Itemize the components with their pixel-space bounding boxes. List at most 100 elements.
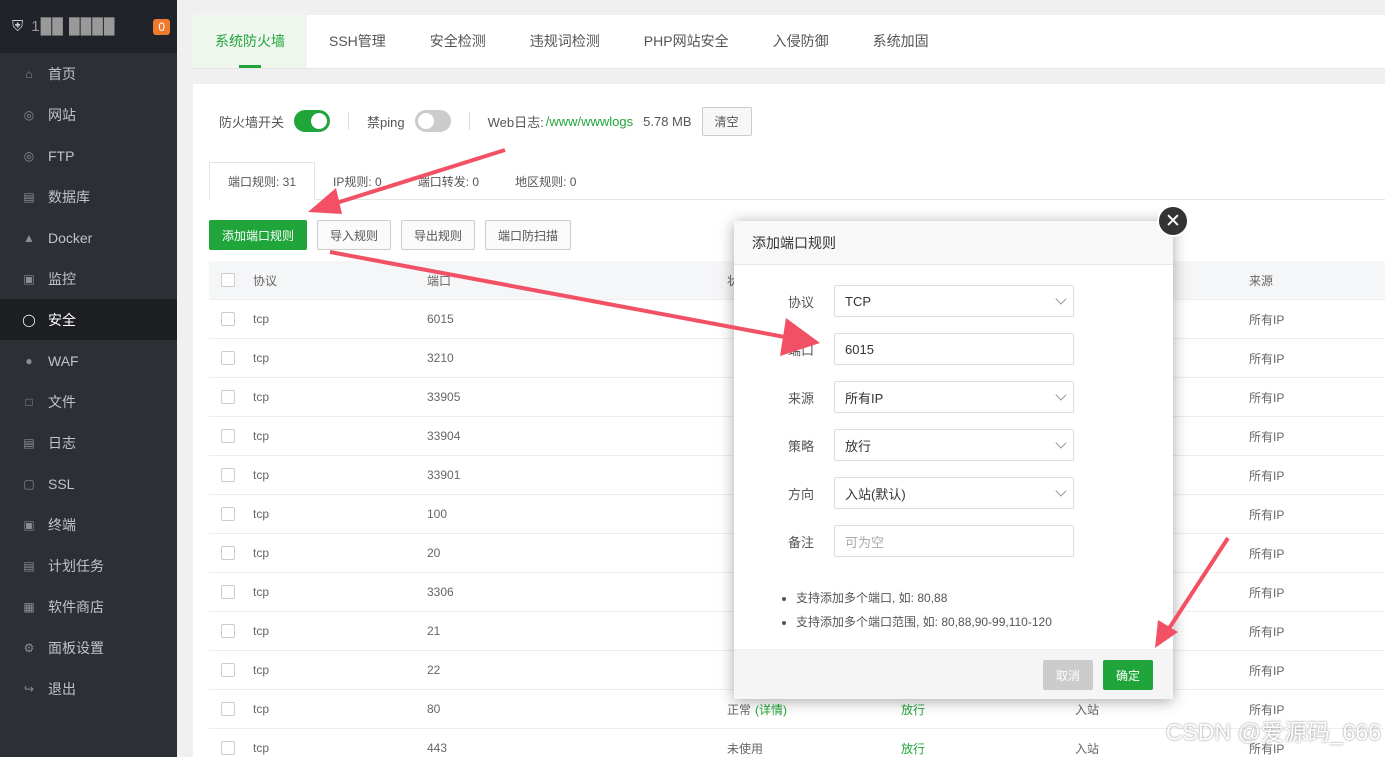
sidebar-item-label: SSL <box>48 475 75 492</box>
field-select[interactable]: 放行 <box>834 429 1074 461</box>
table-cell: 20 <box>427 546 441 560</box>
sidebar-item-label: 安全 <box>48 311 76 328</box>
table-cell: 100 <box>427 507 448 521</box>
field-label: 端口 <box>787 342 814 358</box>
row-checkbox[interactable] <box>221 468 235 482</box>
table-cell: 所有IP <box>1249 507 1285 522</box>
sidebar-item-4[interactable]: ▲ Docker <box>0 217 177 258</box>
sidebar-item-2[interactable]: ◎ FTP <box>0 135 177 176</box>
sidebar-item-label: 文件 <box>48 393 76 410</box>
field-select[interactable]: 入站(默认) <box>834 477 1074 509</box>
brand-name: 1██ ████ <box>31 18 116 35</box>
sidebar-item-14[interactable]: ⚙ 面板设置 <box>0 627 177 668</box>
form-row: 端口 6015 <box>734 333 1173 365</box>
row-checkbox[interactable] <box>221 390 235 404</box>
sidebar-item-7[interactable]: ● WAF <box>0 340 177 381</box>
rule-tab-0[interactable]: 端口规则: 31 <box>209 162 316 200</box>
cancel-button[interactable]: 取消 <box>1043 660 1093 690</box>
rule-tab-3[interactable]: 地区规则: 0 <box>497 162 594 200</box>
table-cell: tcp <box>253 390 270 404</box>
sidebar-item-12[interactable]: ▤ 计划任务 <box>0 545 177 586</box>
form-row: 协议 TCP <box>734 285 1173 317</box>
sidebar-item-5[interactable]: ▣ 监控 <box>0 258 177 299</box>
export-rules-button[interactable]: 导出规则 <box>401 220 476 250</box>
rule-tab-2[interactable]: 端口转发: 0 <box>400 162 497 200</box>
table-cell: 22 <box>427 663 441 677</box>
sidebar-item-10[interactable]: ▢ SSL <box>0 463 177 504</box>
globe-icon: ◎ <box>23 107 35 122</box>
row-checkbox[interactable] <box>221 741 235 755</box>
tab-2[interactable]: 安全检测 <box>408 14 508 68</box>
confirm-button[interactable]: 确定 <box>1103 660 1153 690</box>
row-checkbox[interactable] <box>221 585 235 599</box>
field-value: 入站(默认) <box>845 486 906 502</box>
table-cell: tcp <box>253 351 270 365</box>
table-cell: tcp <box>253 429 270 443</box>
clear-log-button[interactable]: 清空 <box>701 106 752 136</box>
field-label: 方向 <box>787 486 814 502</box>
table-cell: 3210 <box>427 351 454 365</box>
table-cell: 放行 <box>901 702 926 717</box>
add-port-rule-button[interactable]: 添加端口规则 <box>209 220 308 250</box>
divider <box>348 112 350 130</box>
row-checkbox[interactable] <box>221 546 235 560</box>
field-input[interactable]: 可为空 <box>834 525 1074 557</box>
rule-tab-1[interactable]: IP规则: 0 <box>315 162 400 200</box>
close-icon[interactable]: ✕ <box>1157 205 1189 237</box>
field-value: 所有IP <box>845 390 884 406</box>
sidebar-item-15[interactable]: ↪ 退出 <box>0 668 177 709</box>
row-checkbox[interactable] <box>221 624 235 638</box>
table-cell: 所有IP <box>1249 585 1285 600</box>
row-checkbox[interactable] <box>221 702 235 716</box>
sidebar-item-label: 网站 <box>48 106 76 123</box>
tips-list: 支持添加多个端口, 如: 80,88 支持添加多个端口范围, 如: 80,88,… <box>796 586 1052 634</box>
monitor-icon: ▣ <box>23 271 35 286</box>
field-input[interactable]: 6015 <box>834 333 1074 365</box>
import-rules-button[interactable]: 导入规则 <box>317 220 392 250</box>
tip-item: 支持添加多个端口, 如: 80,88 <box>796 586 1052 610</box>
sidebar-item-6[interactable]: ◯ 安全 <box>0 299 177 340</box>
table-cell: 所有IP <box>1249 390 1285 405</box>
firewall-toggle[interactable] <box>294 110 331 132</box>
tab-5[interactable]: 入侵防御 <box>751 14 851 68</box>
sidebar-item-3[interactable]: ▤ 数据库 <box>0 176 177 217</box>
logout-icon: ↪ <box>23 681 35 696</box>
sidebar-item-11[interactable]: ▣ 终端 <box>0 504 177 545</box>
sidebar-item-9[interactable]: ▤ 日志 <box>0 422 177 463</box>
sidebar-item-13[interactable]: ▦ 软件商店 <box>0 586 177 627</box>
row-checkbox[interactable] <box>221 663 235 677</box>
row-checkbox[interactable] <box>221 312 235 326</box>
ftp-icon: ◎ <box>23 148 35 163</box>
detail-link[interactable]: (详情) <box>755 701 787 718</box>
table-cell: 所有IP <box>1249 546 1285 561</box>
row-checkbox[interactable] <box>221 351 235 365</box>
sidebar-item-1[interactable]: ◎ 网站 <box>0 94 177 135</box>
ping-toggle[interactable] <box>414 110 451 132</box>
field-select[interactable]: 所有IP <box>834 381 1074 413</box>
tab-4[interactable]: PHP网站安全 <box>622 14 751 68</box>
sidebar-item-0[interactable]: ⌂ 首页 <box>0 53 177 94</box>
switch-row: 防火墙开关 禁ping Web日志: /www/wwwlogs 5.78 MB … <box>219 106 752 136</box>
sidebar-item-8[interactable]: □ 文件 <box>0 381 177 422</box>
chevron-down-icon <box>1055 485 1067 497</box>
row-checkbox[interactable] <box>221 507 235 521</box>
gear-icon: ⚙ <box>23 640 35 655</box>
tab-0[interactable]: 系统防火墙 <box>193 14 307 68</box>
tab-6[interactable]: 系统加固 <box>851 14 951 68</box>
port-scan-protection-button[interactable]: 端口防扫描 <box>485 220 572 250</box>
weblog-label: Web日志: <box>487 114 544 130</box>
field-select[interactable]: TCP <box>834 285 1074 317</box>
table-cell: 33905 <box>427 390 461 404</box>
form-row: 策略 放行 <box>734 429 1173 461</box>
chevron-down-icon <box>1055 389 1067 401</box>
chevron-down-icon <box>1055 437 1067 449</box>
row-checkbox[interactable] <box>221 273 235 287</box>
cron-icon: ▤ <box>23 558 35 573</box>
notification-badge[interactable]: 0 <box>153 18 170 35</box>
table-cell: 所有IP <box>1249 663 1285 678</box>
tab-1[interactable]: SSH管理 <box>307 14 408 68</box>
terminal-icon: ▣ <box>23 517 35 532</box>
tab-3[interactable]: 违规词检测 <box>508 14 622 68</box>
weblog-path-link[interactable]: /www/wwwlogs <box>546 114 633 129</box>
row-checkbox[interactable] <box>221 429 235 443</box>
